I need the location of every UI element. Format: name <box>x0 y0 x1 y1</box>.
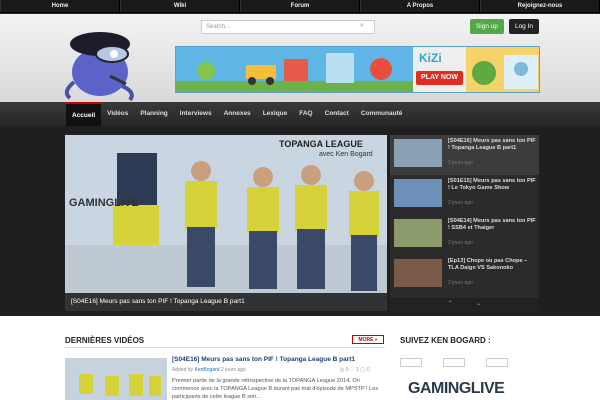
side-item[interactable]: [Ep13] Chope ou pas Chope – TLA Daigo VS… <box>390 255 539 295</box>
side-thumbnail <box>394 219 442 247</box>
nav-communaute[interactable]: Communauté <box>355 102 409 126</box>
topnav-about[interactable]: A Propos <box>360 0 480 12</box>
nav-faq[interactable]: FAQ <box>293 102 318 126</box>
kizi-logo: KiZi <box>419 51 442 65</box>
gaminglive-watermark: GAMINGLIVE <box>69 197 139 209</box>
ad-game-art-right <box>466 47 539 92</box>
topnav-forum[interactable]: Forum <box>240 0 360 12</box>
site-header: Search... ⌕ Sign up Log In KiZi PLAY NOW <box>0 14 600 102</box>
video-time: 2 jours ago <box>220 367 246 373</box>
social-button[interactable] <box>486 358 508 367</box>
topnav-wiki[interactable]: Wiki <box>120 0 240 12</box>
side-item-title: [Ep13] Chope ou pas Chope – TLA Daigo VS… <box>448 258 528 271</box>
author-link[interactable]: KenBogard <box>195 367 220 373</box>
side-item[interactable]: [S04E16] Meurs pas sans ton PIF ! Topang… <box>390 135 539 175</box>
slide-heading: TOPANGA LEAGUE <box>279 139 363 149</box>
featured-slide[interactable]: TOPANGA LEAGUE avec Ken Bogard GAMINGLIV… <box>65 135 387 311</box>
side-item-time: 2 jours ago <box>448 200 473 206</box>
nav-lexique[interactable]: Lexique <box>257 102 294 126</box>
video-title-link[interactable]: [S04E16] Meurs pas sans ton PIF ! Topang… <box>172 356 355 363</box>
nav-planning[interactable]: Planning <box>134 102 173 126</box>
latest-videos-heading: DERNIÈRES VIDÉOS <box>65 336 145 345</box>
side-thumbnail <box>394 139 442 167</box>
nav-videos[interactable]: Vidéos <box>101 102 134 126</box>
more-button[interactable]: MORE » <box>352 335 384 344</box>
side-item[interactable]: [S04E14] Meurs pas sans ton PIF ! SSB4 e… <box>390 215 539 255</box>
featured-image <box>65 135 387 311</box>
video-meta: Added by KenBogard 2 jours ago <box>172 367 246 373</box>
search-icon[interactable]: ⌕ <box>360 22 364 30</box>
side-item-time: 2 jours ago <box>448 160 473 166</box>
side-item[interactable]: [S01E15] Meurs pas sans ton PIF ! Le Tok… <box>390 175 539 215</box>
side-item-time: 2 jours ago <box>448 280 473 286</box>
featured-side-list: [S04E16] Meurs pas sans ton PIF ! Topang… <box>390 135 539 311</box>
side-item-title: [S04E14] Meurs pas sans ton PIF ! SSB4 e… <box>448 218 536 231</box>
main-navigation: Accueil Vidéos Planning Interviews Annex… <box>0 102 600 126</box>
mascot-logo[interactable] <box>52 22 152 102</box>
featured-section: TOPANGA LEAGUE avec Ken Bogard GAMINGLIV… <box>0 126 600 316</box>
video-stats: ◎ 0 ♡ 1 ◯ 0 <box>340 367 370 373</box>
slide-caption[interactable]: [S04E16] Meurs pas sans ton PIF ! Topang… <box>65 293 387 311</box>
advertisement-banner[interactable]: KiZi PLAY NOW <box>175 46 540 93</box>
chevron-up-icon[interactable]: ⌃ <box>448 301 453 307</box>
added-by-label: Added by <box>172 367 194 373</box>
content-section: DERNIÈRES VIDÉOS MORE » [S04E16] Meurs p… <box>0 316 600 400</box>
social-button[interactable] <box>443 358 465 367</box>
social-button[interactable] <box>400 358 422 367</box>
play-now-button[interactable]: PLAY NOW <box>416 71 463 85</box>
nav-interviews[interactable]: Interviews <box>174 102 218 126</box>
side-list-scroll-arrows: ⌃ ⌄ <box>390 298 539 311</box>
side-item-title: [S01E15] Meurs pas sans ton PIF ! Le Tok… <box>448 178 536 191</box>
search-input[interactable]: Search... <box>201 20 375 34</box>
topnav-home[interactable]: Home <box>0 0 120 12</box>
divider <box>65 347 385 348</box>
slide-subheading: avec Ken Bogard <box>319 151 373 158</box>
side-item-time: 2 jours ago <box>448 240 473 246</box>
gaminglive-logo[interactable]: GAMINGLIVE <box>408 380 505 398</box>
chevron-down-icon[interactable]: ⌄ <box>476 301 481 307</box>
ad-game-art-left <box>176 47 413 92</box>
video-thumbnail[interactable] <box>65 358 167 400</box>
signup-button[interactable]: Sign up <box>470 19 504 34</box>
login-button[interactable]: Log In <box>509 19 539 34</box>
nav-accueil[interactable]: Accueil <box>66 102 102 126</box>
ad-kizi-panel: KiZi PLAY NOW <box>413 47 466 92</box>
side-thumbnail <box>394 179 442 207</box>
follow-heading: SUIVEZ KEN BOGARD : <box>400 336 491 345</box>
nav-annexes[interactable]: Annexes <box>218 102 257 126</box>
topnav-join[interactable]: Rejoignez-nous <box>480 0 600 12</box>
nav-contact[interactable]: Contact <box>319 102 355 126</box>
video-description: Premier partie de la grande rétrospectiv… <box>172 378 379 400</box>
social-buttons <box>400 354 540 367</box>
side-item-title: [S04E16] Meurs pas sans ton PIF ! Topang… <box>448 138 536 151</box>
top-navigation: Home Wiki Forum A Propos Rejoignez-nous <box>0 0 600 13</box>
side-thumbnail <box>394 259 442 287</box>
video-thumbnail-image <box>65 358 167 400</box>
